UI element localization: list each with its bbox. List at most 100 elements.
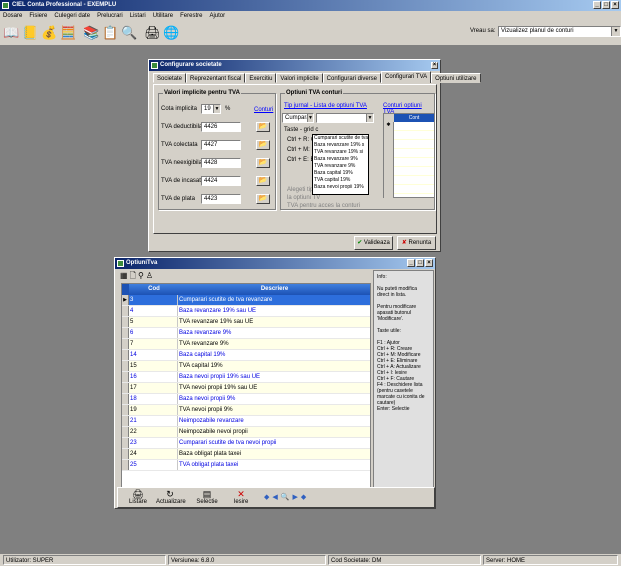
folder-icon[interactable]: 📂 — [256, 158, 270, 168]
menu-culegeri-date[interactable]: Culegeri date — [54, 11, 90, 21]
chevron-down-icon[interactable]: ▼ — [366, 114, 373, 122]
pct-label: % — [225, 106, 231, 112]
menu-listari[interactable]: Listari — [130, 11, 146, 21]
tab-optiuni-utilizare[interactable]: Optiuni utilizare — [431, 73, 481, 83]
tab-configurari-tva[interactable]: Configurari TVA — [381, 71, 432, 83]
last-icon[interactable]: ◆ — [301, 494, 309, 501]
folder-icon[interactable]: 📂 — [256, 140, 270, 150]
actualizare-button[interactable]: ↻ Actualizare — [156, 489, 186, 506]
close-button[interactable]: × — [425, 259, 433, 267]
globe-icon[interactable]: 🌐 — [163, 24, 180, 41]
menu-utilitare[interactable]: Utilitare — [153, 11, 173, 21]
dropdown-option[interactable]: TVA revanzare 9% — [313, 163, 368, 170]
otva-grid[interactable]: Cod Descriere ▶ 3 Cumparari scutite de tva … — [121, 283, 371, 499]
status-company: Cod Societate: DM — [328, 555, 481, 565]
table-row[interactable]: ▶ 3 Cumparari scutite de tva revanzare — [122, 295, 370, 306]
table-row[interactable]: 14 Baza capital 19% — [122, 350, 370, 361]
tva-colectata-input[interactable]: 4427 — [201, 140, 241, 150]
dropdown-option[interactable]: Baza capital 19% — [313, 170, 368, 177]
chevron-down-icon[interactable]: ▼ — [213, 105, 220, 113]
table-row[interactable]: 23 Cumparari scutite de tva nevoi propii — [122, 438, 370, 449]
want-select[interactable]: Vizualizez planul de conturi ▼ — [498, 26, 621, 37]
cell-cod: 6 — [129, 328, 178, 338]
table-row[interactable]: 22 Neimpozabile nevoi propii — [122, 427, 370, 438]
table-row[interactable]: 17 TVA nevoi propii 19% sau UE — [122, 383, 370, 394]
user-icon[interactable]: ♙ — [146, 270, 153, 282]
selectie-button[interactable]: ▤ Selectie — [193, 489, 221, 506]
maximize-button[interactable]: □ — [602, 1, 610, 9]
tab-societate[interactable]: Societate — [153, 73, 187, 83]
listare-button[interactable]: 🖨 Listare — [124, 489, 152, 506]
filter-icon[interactable]: ⚲ — [138, 270, 144, 282]
table-row[interactable]: 4 Baza revanzare 19% sau UE — [122, 306, 370, 317]
dropdown-option[interactable]: Baza revanzare 9% — [313, 156, 368, 163]
table-row[interactable]: 18 Baza nevoi propii 9% — [122, 394, 370, 405]
tva-neexigibila-input[interactable]: 4428 — [201, 158, 241, 168]
table-row[interactable]: 15 TVA capital 19% — [122, 361, 370, 372]
menu-fisiere[interactable]: Fisiere — [29, 11, 47, 21]
conturi-grid[interactable]: Cont ✱ — [383, 113, 435, 198]
maximize-button[interactable]: □ — [416, 259, 424, 267]
optiuni-select[interactable]: ▼ — [316, 113, 374, 123]
spreadsheet-icon[interactable]: 📋 — [102, 24, 119, 41]
open-book-icon[interactable]: 📖 — [3, 24, 20, 41]
cell-cod: 25 — [129, 460, 178, 470]
close-button[interactable]: × — [611, 1, 619, 9]
menu-ferestre[interactable]: Ferestre — [180, 11, 202, 21]
calculator-icon[interactable]: 🧮 — [60, 24, 77, 41]
select-icon: ▤ — [202, 489, 212, 499]
view-icon[interactable]: ▦ — [120, 270, 128, 282]
chevron-down-icon[interactable]: ▼ — [611, 27, 620, 36]
ledger-icon[interactable]: 📒 — [22, 24, 39, 41]
folder-icon[interactable]: 📂 — [256, 194, 270, 204]
cancel-button[interactable]: ✘ Renunta — [397, 236, 436, 250]
cell-cod: 4 — [129, 306, 178, 316]
tab-valori-implicite[interactable]: Valori implicite — [276, 73, 323, 83]
search-icon[interactable]: 🔍 — [281, 494, 293, 501]
chevron-down-icon[interactable]: ▼ — [307, 114, 313, 122]
table-row[interactable]: 5 TVA revanzare 19% sau UE — [122, 317, 370, 328]
preview-icon[interactable]: 🗋 — [130, 270, 136, 282]
tab-configurari-diverse[interactable]: Configurari diverse — [322, 73, 382, 83]
dropdown-option[interactable]: Baza revanzare 19% s — [313, 142, 368, 149]
dropdown-option[interactable]: Baza nevoi propii 19% — [313, 184, 368, 191]
tva-incasat-input[interactable]: 4424 — [201, 176, 241, 186]
dropdown-option[interactable]: TVA capital 19% — [313, 177, 368, 184]
tab-reprezentant-fiscal[interactable]: Reprezentant fiscal — [186, 73, 246, 83]
folder-icon[interactable]: 📂 — [256, 122, 270, 132]
coins-icon[interactable]: 💰 — [41, 24, 58, 41]
validate-button[interactable]: ✔ Valideaza — [354, 236, 393, 250]
cota-select[interactable]: 19 ▼ — [201, 104, 221, 114]
menu-dosare[interactable]: Dosare — [3, 11, 22, 21]
app-title: CIEL Conta Professional - EXEMPLU — [12, 2, 117, 8]
menu-prelucrari[interactable]: Prelucrari — [97, 11, 123, 21]
table-row[interactable]: 19 TVA nevoi propii 9% — [122, 405, 370, 416]
prev-icon[interactable]: ◀ — [272, 494, 280, 501]
cell-descriere: Cumparari scutite de tva revanzare — [178, 295, 370, 305]
table-row[interactable]: 6 Baza revanzare 9% — [122, 328, 370, 339]
next-icon[interactable]: ▶ — [293, 494, 301, 501]
tab-exercitiu[interactable]: Exercitiu — [245, 73, 277, 83]
table-row[interactable]: 16 Baza nevoi propii 19% sau UE — [122, 372, 370, 383]
minimize-button[interactable]: _ — [407, 259, 415, 267]
optiuni-dropdown-list[interactable]: Cumparari scutite de tva Baza revanzare … — [312, 134, 369, 195]
minimize-button[interactable]: _ — [593, 1, 601, 9]
printer-icon[interactable]: 🖨 — [144, 24, 161, 41]
close-icon[interactable]: × — [431, 62, 438, 69]
dropdown-option[interactable]: TVA revanzare 19% si — [313, 149, 368, 156]
iesire-button[interactable]: ✕ Iesire — [227, 489, 255, 506]
books-icon[interactable]: 📚 — [83, 24, 100, 41]
table-row[interactable]: 21 Neimpozabile revanzare — [122, 416, 370, 427]
search-icon[interactable]: 🔍 — [121, 24, 138, 41]
menu-ajutor[interactable]: Ajutor — [209, 11, 225, 21]
dropdown-option[interactable]: Cumparari scutite de tva — [313, 135, 368, 142]
table-row[interactable]: 25 TVA obligat plata taxei — [122, 460, 370, 471]
tip-jurnal-select[interactable]: Cumparari ▼ — [282, 113, 314, 123]
table-row[interactable]: 24 Baza obligat plata taxei — [122, 449, 370, 460]
tip-jurnal-link[interactable]: Tip jurnal - Lista de optiuni TVA — [284, 103, 367, 109]
folder-icon[interactable]: 📂 — [256, 176, 270, 186]
tva-plata-input[interactable]: 4423 — [201, 194, 241, 204]
tva-deductibila-input[interactable]: 4426 — [201, 122, 241, 132]
table-row[interactable]: 7 TVA revanzare 9% — [122, 339, 370, 350]
conturi-link[interactable]: Conturi — [254, 107, 273, 113]
